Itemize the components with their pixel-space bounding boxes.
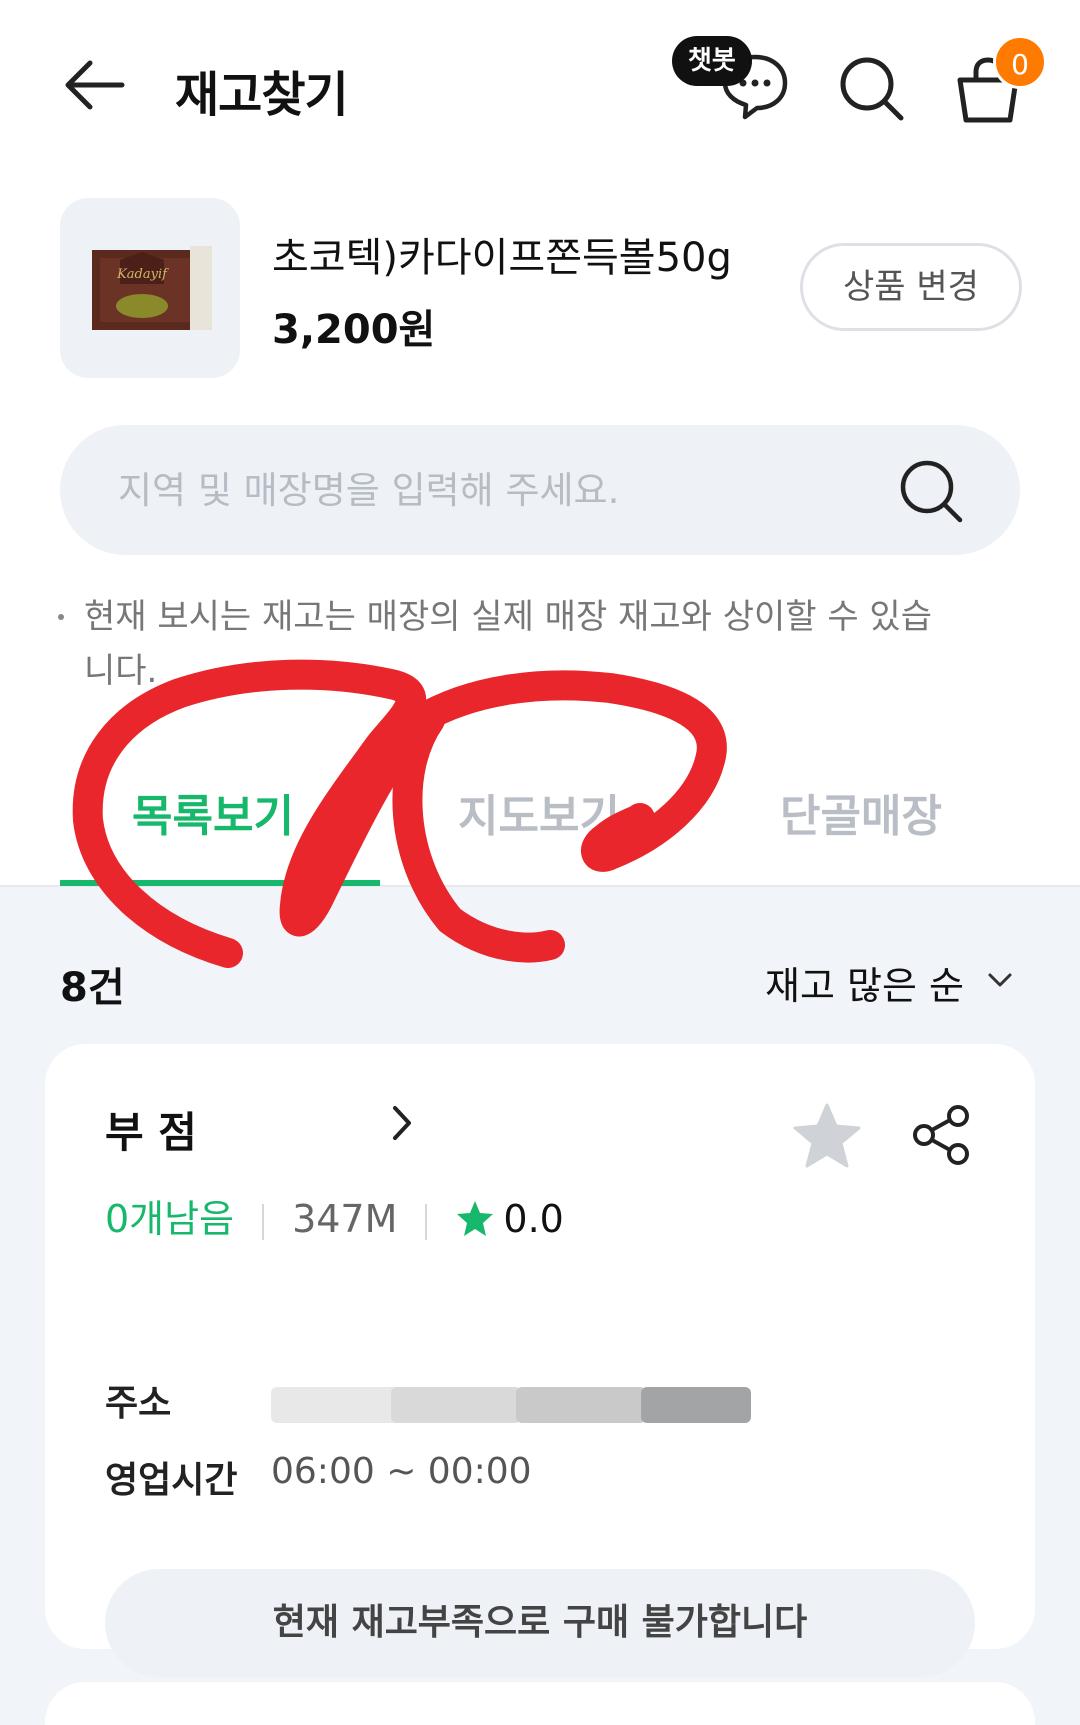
buy-unavailable-button[interactable]: 현재 재고부족으로 구매 불가합니다	[105, 1569, 975, 1677]
search-submit-icon[interactable]	[895, 455, 967, 527]
active-tab-indicator	[60, 880, 380, 886]
search-icon[interactable]	[835, 52, 907, 124]
favorite-star-icon[interactable]	[790, 1099, 864, 1173]
view-tabs: 목록보기 지도보기 단골매장	[0, 750, 1080, 887]
store-card[interactable]	[45, 1682, 1035, 1725]
bullet-dot	[58, 614, 64, 620]
product-image: Kadayif	[60, 198, 240, 378]
sort-dropdown[interactable]: 재고 많은 순	[765, 955, 964, 1010]
stock-notice-text: 현재 보시는 재고는 매장의 실제 매장 재고와 상이할 수 있습니다.	[84, 597, 932, 691]
chevron-right-icon[interactable]	[385, 1102, 419, 1144]
store-search-input[interactable]	[118, 425, 878, 555]
store-distance: 347M	[292, 1197, 398, 1241]
product-price: 3,200원	[272, 307, 436, 353]
store-address-redacted	[271, 1379, 761, 1425]
tab-map-view[interactable]: 지도보기	[458, 780, 620, 844]
cart-count-badge: 0	[993, 35, 1047, 89]
store-meta: 0개남음 347M 0.0	[105, 1194, 564, 1244]
store-name[interactable]: 부 점	[105, 1099, 197, 1160]
change-product-button[interactable]: 상품 변경	[800, 243, 1022, 331]
chevron-down-icon[interactable]	[985, 965, 1015, 995]
tab-favorite-stores[interactable]: 단골매장	[780, 780, 942, 844]
share-icon[interactable]	[910, 1102, 974, 1168]
stock-notice: 현재 보시는 재고는 매장의 실제 매장 재고와 상이할 수 있습니다.	[58, 590, 958, 698]
address-label: 주소	[105, 1383, 172, 1424]
svg-text:Kadayif: Kadayif	[116, 267, 169, 282]
hours-label: 영업시간	[105, 1460, 238, 1501]
store-card[interactable]: 부 점 0개남음 347M 0.0 주소 영업시간 06:00 ~ 00:00 …	[45, 1044, 1035, 1677]
store-list-area: 8건 재고 많은 순 부 점 0개남음 347M 0.0 주소 영업시간 06:…	[0, 887, 1080, 1725]
result-count: 8건	[60, 965, 125, 1011]
rating-star-icon	[457, 1201, 494, 1236]
tab-list-view[interactable]: 목록보기	[132, 780, 294, 844]
header: 재고찾기 챗봇 0	[0, 0, 1080, 170]
page-title: 재고찾기	[175, 67, 349, 123]
divider	[262, 1203, 265, 1240]
store-search-bar[interactable]	[60, 425, 1020, 555]
divider	[425, 1203, 428, 1240]
store-rating: 0.0	[503, 1197, 564, 1241]
back-icon[interactable]	[60, 50, 130, 120]
product-name: 초코텍)카다이프쫀득볼50g	[272, 235, 732, 281]
store-hours: 06:00 ~ 00:00	[271, 1451, 532, 1492]
stock-count: 0개남음	[105, 1197, 235, 1241]
chatbot-badge[interactable]: 챗봇	[672, 36, 752, 86]
